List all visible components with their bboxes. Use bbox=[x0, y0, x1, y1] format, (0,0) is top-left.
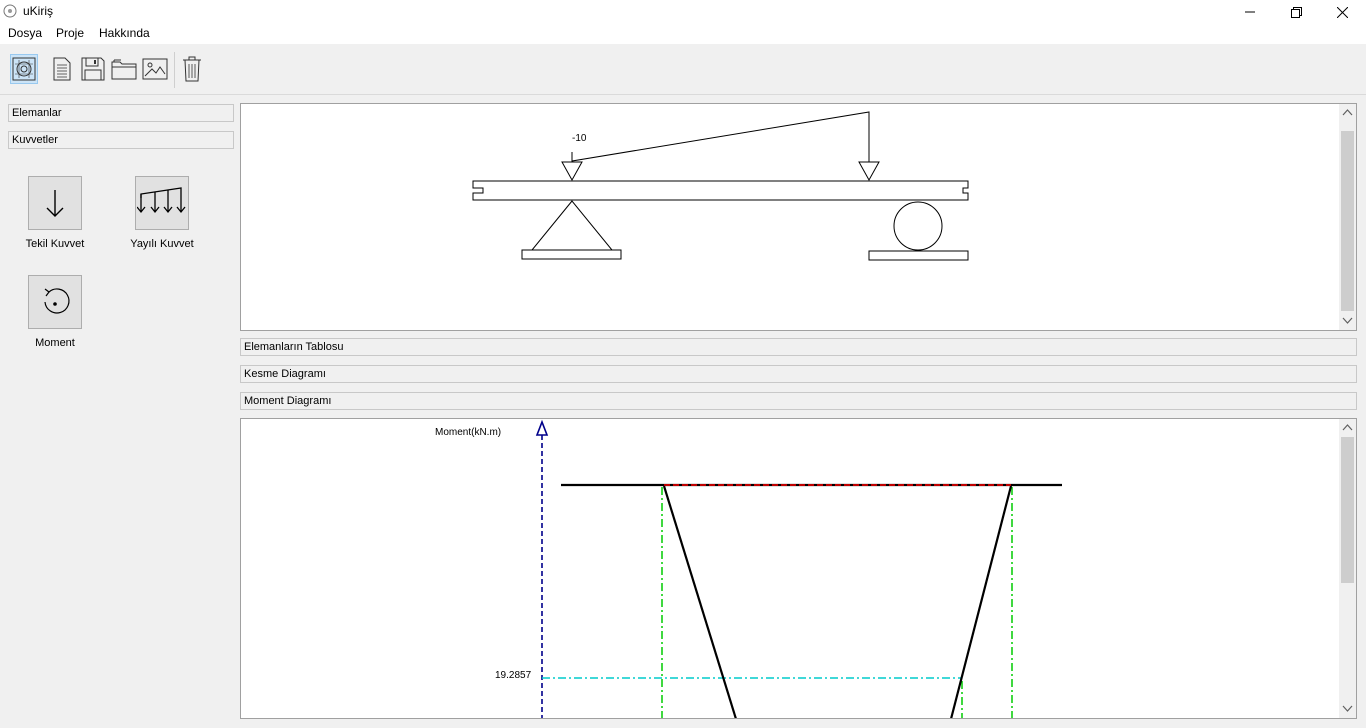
moment-curve-right bbox=[950, 485, 1013, 718]
distributed-load-button[interactable] bbox=[135, 176, 189, 230]
moment-axis-arrow bbox=[535, 419, 549, 436]
distributed-load-outline bbox=[571, 111, 870, 162]
arrow-down-icon bbox=[46, 190, 64, 217]
save-icon bbox=[81, 57, 105, 81]
beam-drawing: -10 bbox=[472, 111, 969, 261]
section-shear-diagram[interactable]: Kesme Diagramı bbox=[240, 365, 1357, 383]
moment-canvas[interactable]: Moment(kN.m) 19.2857 bbox=[240, 418, 1357, 719]
image-export-icon bbox=[142, 58, 168, 80]
maximize-button[interactable] bbox=[1273, 0, 1319, 24]
moment-icon bbox=[44, 288, 70, 314]
save-button[interactable] bbox=[79, 54, 107, 84]
delete-button[interactable] bbox=[178, 54, 206, 84]
menu-bar bbox=[0, 24, 1366, 44]
beam-design-button[interactable] bbox=[10, 54, 38, 84]
section-elemanlar[interactable]: Elemanlar bbox=[8, 104, 234, 122]
pin-support-base bbox=[521, 249, 622, 260]
scroll-up-icon[interactable] bbox=[1339, 421, 1356, 435]
moment-value-label: 19.2857 bbox=[495, 670, 532, 681]
trash-icon bbox=[183, 56, 201, 82]
scroll-thumb[interactable] bbox=[1341, 131, 1354, 311]
section-kuvvetler[interactable]: Kuvvetler bbox=[8, 131, 234, 149]
point-load-button[interactable] bbox=[28, 176, 82, 230]
close-icon bbox=[1336, 6, 1348, 18]
section-moment-diagram[interactable]: Moment Diagramı bbox=[240, 392, 1357, 410]
minimize-button[interactable] bbox=[1227, 0, 1273, 24]
menu-dosya[interactable]: Dosya bbox=[8, 26, 42, 40]
distributed-load-label: Yayılı Kuvvet bbox=[130, 238, 194, 250]
open-folder-icon bbox=[111, 59, 137, 80]
menu-proje[interactable]: Proje bbox=[56, 26, 84, 40]
open-folder-button[interactable] bbox=[110, 54, 138, 84]
minimize-icon bbox=[1245, 11, 1255, 13]
image-export-button[interactable] bbox=[141, 54, 169, 84]
load-arrow-left bbox=[561, 161, 583, 182]
point-load-label: Tekil Kuvvet bbox=[25, 238, 85, 250]
beam-canvas[interactable]: -10 bbox=[240, 103, 1357, 331]
close-button[interactable] bbox=[1319, 0, 1365, 24]
scroll-thumb[interactable] bbox=[1341, 437, 1354, 583]
window-title: uKiriş bbox=[23, 4, 54, 18]
scroll-down-icon[interactable] bbox=[1339, 702, 1356, 716]
beam-canvas-scrollbar[interactable] bbox=[1339, 104, 1356, 330]
menu-hakkinda[interactable]: Hakkında bbox=[99, 26, 150, 40]
moment-canvas-scrollbar[interactable] bbox=[1339, 419, 1356, 718]
scroll-up-icon[interactable] bbox=[1339, 106, 1356, 120]
title-bar bbox=[0, 0, 1366, 24]
app-logo-icon bbox=[3, 4, 17, 18]
new-document-button[interactable] bbox=[48, 54, 76, 84]
roller-support bbox=[893, 201, 943, 251]
beam bbox=[472, 180, 969, 201]
moment-drawing: Moment(kN.m) 19.2857 bbox=[435, 419, 1062, 718]
beam-design-icon bbox=[12, 57, 36, 81]
load-arrow-right bbox=[858, 161, 880, 182]
moment-curve-left bbox=[662, 485, 737, 718]
roller-support-base bbox=[868, 250, 969, 261]
restore-icon bbox=[1290, 6, 1302, 18]
new-document-icon bbox=[53, 57, 71, 81]
pin-support bbox=[530, 200, 614, 251]
moment-label: Moment bbox=[35, 337, 75, 349]
section-elements-table[interactable]: Elemanların Tablosu bbox=[240, 338, 1357, 356]
toolbar-separator bbox=[174, 52, 175, 88]
distributed-load-icon bbox=[137, 187, 186, 214]
scroll-down-icon[interactable] bbox=[1339, 314, 1356, 328]
moment-button[interactable] bbox=[28, 275, 82, 329]
moment-axis-label: Moment(kN.m) bbox=[435, 427, 501, 438]
load-value-label: -10 bbox=[572, 133, 587, 144]
